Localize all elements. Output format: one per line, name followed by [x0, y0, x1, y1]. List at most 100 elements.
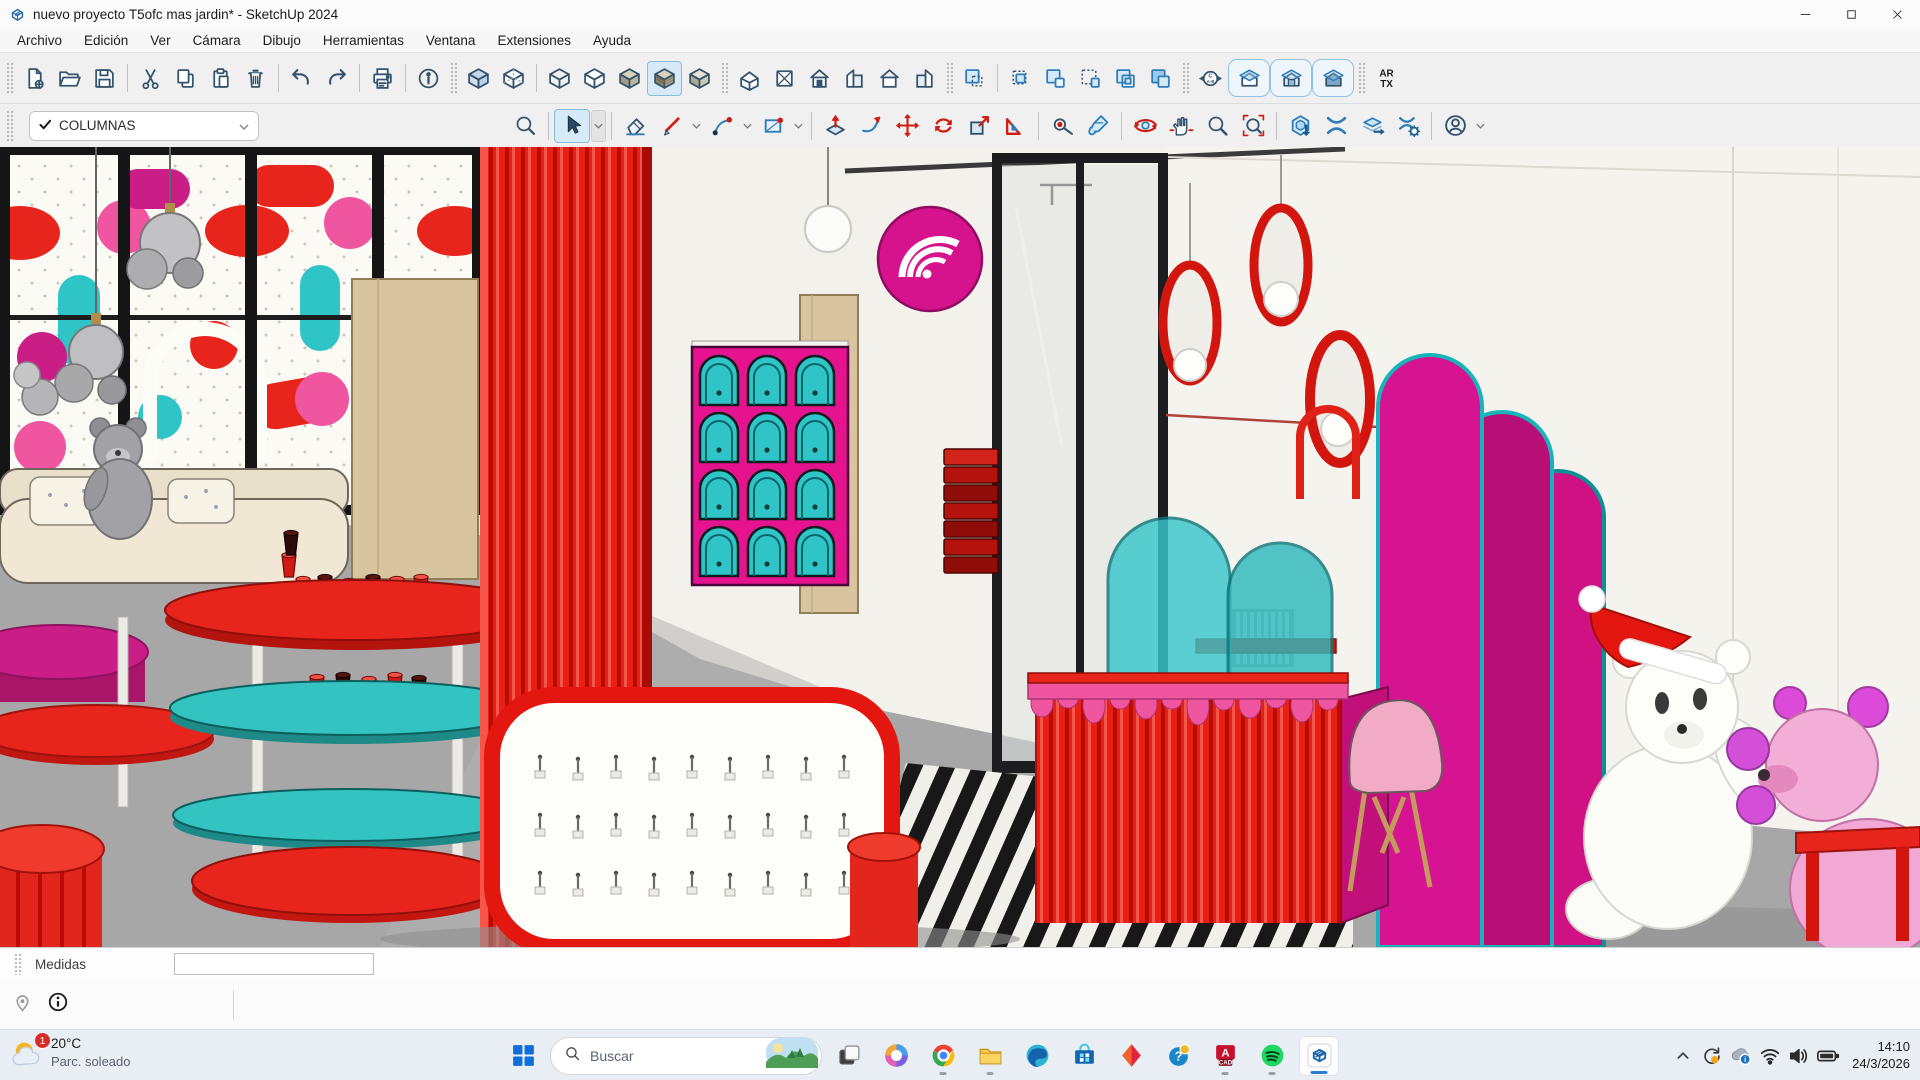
view-back-button[interactable]	[872, 61, 907, 96]
maximize-button[interactable]	[1828, 0, 1874, 28]
taskbar-app-design-diamond[interactable]	[1111, 1036, 1151, 1076]
select-arrow-chevron[interactable]	[591, 110, 606, 142]
style-shaded-textures-button[interactable]	[647, 61, 682, 96]
toolbar-drag-handle[interactable]	[1182, 62, 1189, 94]
toolbar-drag-handle[interactable]	[1358, 62, 1365, 94]
account-button[interactable]	[1437, 109, 1473, 143]
artx-label-button[interactable]: ARTX	[1369, 61, 1404, 96]
minimize-button[interactable]	[1782, 0, 1828, 28]
tray-battery[interactable]	[1815, 1043, 1841, 1069]
print-button[interactable]	[365, 61, 400, 96]
taskbar-app-copilot[interactable]	[876, 1036, 916, 1076]
rectangle-button[interactable]	[755, 109, 791, 143]
sel-squares-6-button[interactable]	[1143, 61, 1178, 96]
taskbar-app-ms-store[interactable]	[1064, 1036, 1104, 1076]
move-button[interactable]	[889, 109, 925, 143]
tape-measure-button[interactable]	[1044, 109, 1080, 143]
flip-tool-button[interactable]	[1318, 109, 1354, 143]
section-house-3-button[interactable]	[1312, 59, 1354, 97]
taskbar-app-edge[interactable]	[1017, 1036, 1057, 1076]
style-xray-button[interactable]	[461, 61, 496, 96]
paste-button[interactable]	[203, 61, 238, 96]
zoom-extents-button[interactable]	[1235, 109, 1271, 143]
view-left-button[interactable]	[907, 61, 942, 96]
toolbar-drag-handle[interactable]	[6, 62, 13, 94]
eraser-button[interactable]	[617, 109, 653, 143]
save-button[interactable]	[87, 61, 122, 96]
redo-button[interactable]	[319, 61, 354, 96]
rotate-button[interactable]	[925, 109, 961, 143]
search-zoom-button[interactable]	[507, 109, 543, 143]
arc-2pt-chevron[interactable]	[740, 111, 755, 141]
taskbar-app-sketchup[interactable]	[1299, 1036, 1339, 1076]
compass-ab-button[interactable]: CA-B	[1193, 61, 1228, 96]
menu-edicion[interactable]: Edición	[73, 31, 139, 50]
taskbar-app-autocad[interactable]: ACAD	[1205, 1036, 1245, 1076]
flip-settings-button[interactable]	[1390, 109, 1426, 143]
open-button[interactable]	[52, 61, 87, 96]
selection-set-dropdown[interactable]: COLUMNAS	[29, 111, 259, 141]
style-back-edges-button[interactable]	[496, 61, 531, 96]
menu-archivo[interactable]: Archivo	[6, 31, 73, 50]
view-right-button[interactable]	[837, 61, 872, 96]
style-shaded-button[interactable]	[612, 61, 647, 96]
viewport-3d[interactable]	[0, 147, 1920, 947]
menu-ver[interactable]: Ver	[139, 31, 181, 50]
style-hidden-line-button[interactable]	[577, 61, 612, 96]
scale-button[interactable]	[961, 109, 997, 143]
rectangle-chevron[interactable]	[791, 111, 806, 141]
tray-onedrive[interactable]: i	[1728, 1043, 1754, 1069]
copy-button[interactable]	[168, 61, 203, 96]
tray-volume[interactable]	[1786, 1043, 1812, 1069]
taskbar-app-task-view[interactable]	[829, 1036, 869, 1076]
follow-me-button[interactable]	[853, 109, 889, 143]
toolbar-drag-handle[interactable]	[946, 62, 953, 94]
style-monochrome-button[interactable]	[682, 61, 717, 96]
view-top-button[interactable]	[767, 61, 802, 96]
sel-squares-4-button[interactable]	[1073, 61, 1108, 96]
layers-export-button[interactable]	[1354, 109, 1390, 143]
zoom-button[interactable]	[1199, 109, 1235, 143]
pencil-button[interactable]	[653, 109, 689, 143]
tray-chevron-up[interactable]	[1670, 1043, 1696, 1069]
taskbar-app-help-circle[interactable]: ?	[1158, 1036, 1198, 1076]
cut-button[interactable]	[133, 61, 168, 96]
taskbar-app-file-explorer[interactable]	[970, 1036, 1010, 1076]
menu-extensiones[interactable]: Extensiones	[486, 31, 582, 50]
warehouse-download-button[interactable]	[1282, 109, 1318, 143]
view-front-button[interactable]	[802, 61, 837, 96]
new-file-button[interactable]	[17, 61, 52, 96]
taskbar-clock[interactable]: 14:10 24/3/2026	[1852, 1039, 1910, 1073]
account-chevron[interactable]	[1473, 111, 1488, 141]
paint-bucket-button[interactable]	[1080, 109, 1116, 143]
section-house-2-button[interactable]	[1270, 59, 1312, 97]
menu-herramientas[interactable]: Herramientas	[312, 31, 415, 50]
status-drag-handle[interactable]	[14, 953, 21, 975]
3d-scene[interactable]	[0, 147, 1920, 947]
toolbar-drag-handle[interactable]	[450, 62, 457, 94]
tray-wifi[interactable]	[1757, 1043, 1783, 1069]
arc-2pt-button[interactable]	[704, 109, 740, 143]
search-highlight-thumbnail[interactable]	[766, 1038, 818, 1073]
orbit-button[interactable]	[1127, 109, 1163, 143]
sel-squares-1-button[interactable]	[957, 61, 992, 96]
taskbar-app-start[interactable]	[503, 1036, 543, 1076]
model-info-status-icon[interactable]	[47, 991, 69, 1018]
model-info-button[interactable]	[411, 61, 446, 96]
delete-button[interactable]	[238, 61, 273, 96]
measurements-input[interactable]	[174, 953, 374, 975]
section-house-1-button[interactable]	[1228, 59, 1270, 97]
menu-ventana[interactable]: Ventana	[415, 31, 487, 50]
weather-widget[interactable]: 1 20°C Parc. soleado	[10, 1035, 131, 1072]
offset-button[interactable]	[997, 109, 1033, 143]
sel-squares-5-button[interactable]	[1108, 61, 1143, 96]
close-button[interactable]	[1874, 0, 1920, 28]
sel-squares-3-button[interactable]	[1038, 61, 1073, 96]
undo-button[interactable]	[284, 61, 319, 96]
toolbar-drag-handle[interactable]	[6, 110, 13, 142]
menu-ayuda[interactable]: Ayuda	[582, 31, 642, 50]
taskbar-search[interactable]: Buscar	[550, 1037, 822, 1075]
menu-camara[interactable]: Cámara	[182, 31, 252, 50]
select-arrow-button[interactable]	[554, 109, 590, 143]
geolocation-icon[interactable]	[12, 992, 33, 1018]
